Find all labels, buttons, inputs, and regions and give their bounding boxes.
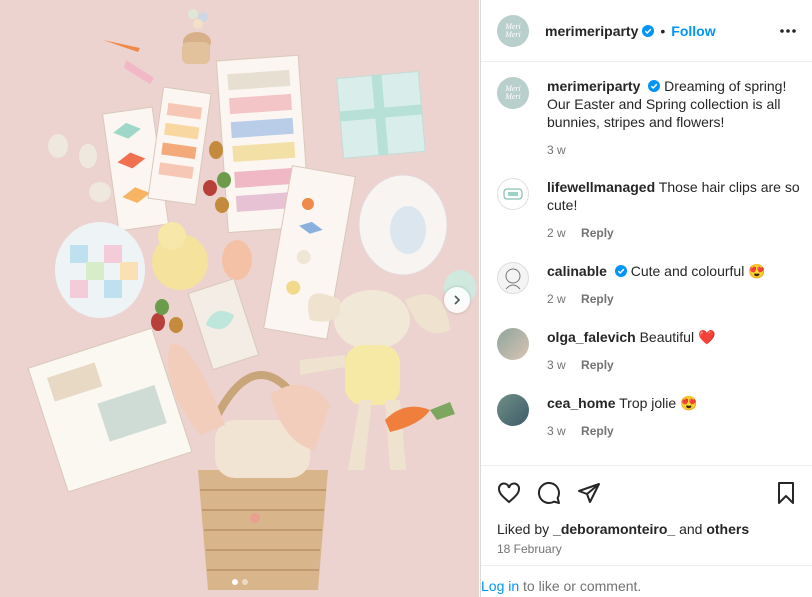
comment-avatar[interactable] xyxy=(497,394,529,426)
likes-summary: Liked by _deboramonteiro_ and others xyxy=(497,521,749,537)
comment-username[interactable]: lifewellmanaged xyxy=(547,179,655,195)
caption-text-block: merimeriparty Dreaming of spring! Our Ea… xyxy=(547,77,800,131)
avatar[interactable]: Meri Meri xyxy=(497,14,529,47)
comment-meta: 3 w Reply xyxy=(547,358,715,372)
separator-dot: • xyxy=(660,22,666,39)
header-username[interactable]: merimeriparty xyxy=(545,23,638,39)
lifewellmanaged-logo-icon xyxy=(503,188,523,200)
chevron-right-icon xyxy=(454,295,461,305)
comment-time: 2 w xyxy=(547,292,566,306)
comment-text: Trop jolie xyxy=(619,395,677,411)
comment-time: 3 w xyxy=(547,358,566,372)
verified-badge-icon xyxy=(614,265,627,277)
verified-badge-icon xyxy=(642,24,655,37)
login-prompt-text: to like or comment. xyxy=(523,578,642,594)
comment-avatar[interactable] xyxy=(497,328,529,360)
carousel-next-button[interactable] xyxy=(444,287,470,313)
comment-avatar[interactable] xyxy=(497,178,529,210)
comment-text: Beautiful xyxy=(639,329,695,345)
comments-list[interactable]: Meri Meri merimeriparty Dreaming of spri… xyxy=(481,62,812,465)
login-prompt: Log in to like or comment. xyxy=(481,565,812,594)
liked-others-link[interactable]: others xyxy=(706,521,749,537)
sketch-face-avatar-icon xyxy=(505,268,521,290)
action-bar xyxy=(481,465,812,516)
liked-by-prefix: Liked by xyxy=(497,521,550,537)
comment-text: Cute and colourful xyxy=(630,263,745,279)
post-panel: Meri Meri merimeriparty • Follow Meri Me… xyxy=(480,0,812,597)
comment-time: 3 w xyxy=(547,424,566,438)
comment-time: 2 w xyxy=(547,226,566,240)
save-bookmark-icon[interactable] xyxy=(774,481,798,505)
easter-collection-photo xyxy=(0,0,479,597)
comment-meta: 2 w Reply xyxy=(547,292,766,306)
caption-row: Meri Meri merimeriparty Dreaming of spri… xyxy=(497,77,800,157)
verified-badge-icon xyxy=(648,80,661,92)
liked-by-user[interactable]: _deboramonteiro_ xyxy=(553,521,675,537)
caption-avatar[interactable]: Meri Meri xyxy=(497,77,529,109)
comment-username[interactable]: olga_falevich xyxy=(547,329,636,345)
comment-text-block: olga_falevich Beautiful ❤️ xyxy=(547,328,715,346)
like-heart-icon[interactable] xyxy=(497,481,521,505)
share-icon[interactable] xyxy=(577,481,601,505)
comment-meta: 2 w Reply xyxy=(547,226,800,240)
comment-username[interactable]: calinable xyxy=(547,263,607,279)
carousel-indicator xyxy=(0,579,479,585)
reply-button[interactable]: Reply xyxy=(581,424,614,438)
comment-row: calinable Cute and colourful 😍 2 w Reply xyxy=(497,262,800,306)
heart-emoji: ❤️ xyxy=(697,329,716,345)
follow-button[interactable]: Follow xyxy=(671,23,715,39)
post-image[interactable] xyxy=(0,0,479,597)
comment-meta: 3 w Reply xyxy=(547,424,698,438)
heart-eyes-emoji: 😍 xyxy=(680,395,698,411)
reply-button[interactable]: Reply xyxy=(581,292,614,306)
liked-and: and xyxy=(679,521,703,537)
comment-username[interactable]: cea_home xyxy=(547,395,615,411)
caption-meta: 3 w xyxy=(547,143,800,157)
comment-text-block: lifewellmanaged Those hair clips are so … xyxy=(547,178,800,214)
carousel-dot-active xyxy=(231,579,238,585)
avatar-logo-text: Meri Meri xyxy=(505,21,521,39)
post-header: Meri Meri merimeriparty • Follow xyxy=(481,0,812,62)
reply-button[interactable]: Reply xyxy=(581,226,614,240)
comment-row: lifewellmanaged Those hair clips are so … xyxy=(497,178,800,240)
login-link[interactable]: Log in xyxy=(481,578,519,594)
caption-username[interactable]: merimeriparty xyxy=(547,78,640,94)
comment-text-block: calinable Cute and colourful 😍 xyxy=(547,262,766,280)
caption-avatar-logo-text: Meri Meri xyxy=(505,84,521,101)
carousel-dot xyxy=(241,579,248,585)
heart-eyes-emoji: 😍 xyxy=(748,263,766,279)
reply-button[interactable]: Reply xyxy=(581,358,614,372)
post-date: 18 February xyxy=(497,542,562,556)
comment-avatar[interactable] xyxy=(497,262,529,294)
more-options-icon[interactable] xyxy=(778,22,798,40)
comment-row: cea_home Trop jolie 😍 3 w Reply xyxy=(497,394,800,438)
caption-time: 3 w xyxy=(547,143,566,157)
comment-icon[interactable] xyxy=(537,481,561,505)
comment-text-block: cea_home Trop jolie 😍 xyxy=(547,394,698,412)
comment-row: olga_falevich Beautiful ❤️ 3 w Reply xyxy=(497,328,800,372)
